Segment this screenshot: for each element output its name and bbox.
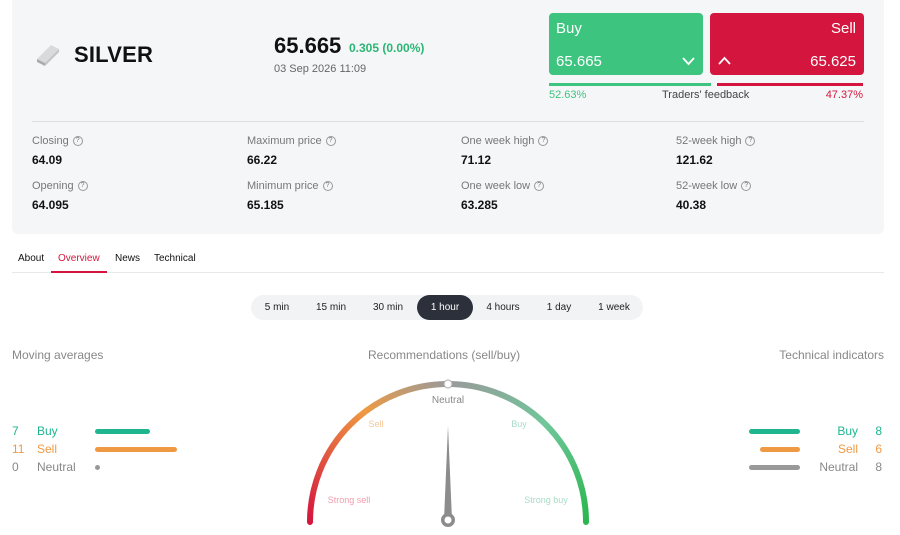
sell-button[interactable]: Sell 65.625: [710, 13, 864, 75]
ma-neutral-count: 0: [12, 460, 19, 474]
tab-overview[interactable]: Overview: [51, 253, 107, 273]
ti-row-sell: Sell 6: [740, 442, 884, 456]
gauge-neutral-marker: [443, 379, 453, 389]
recommendations-title: Recommendations (sell/buy): [368, 348, 521, 362]
chevron-down-icon: [682, 57, 695, 66]
quote-timestamp: 03 Sep 2026 11:09: [274, 63, 367, 75]
current-price: 65.665: [274, 33, 342, 58]
tab-about[interactable]: About: [18, 253, 44, 273]
stat-closing: Closing? 64.09: [32, 135, 83, 167]
ma-buy-label: Buy: [37, 424, 58, 438]
traders-feedback-label: Traders' feedback: [662, 89, 750, 101]
stat-label: Minimum price: [247, 180, 319, 192]
period-15-min[interactable]: 15 min: [303, 295, 359, 320]
ma-neutral-bar: [95, 465, 100, 470]
gauge-label-sell: Sell: [368, 419, 383, 429]
help-icon[interactable]: ?: [77, 181, 88, 191]
ti-buy-label: Buy: [837, 424, 858, 438]
ti-sell-count: 6: [875, 442, 882, 456]
period-1-hour[interactable]: 1 hour: [417, 295, 473, 320]
help-icon[interactable]: ?: [741, 181, 752, 191]
stat-label: Opening: [32, 180, 74, 192]
stat-value: 66.22: [247, 153, 278, 167]
technical-indicators-title: Technical indicators: [779, 348, 884, 362]
stat-value: 121.62: [676, 153, 713, 167]
ma-buy-count: 7: [12, 424, 19, 438]
stat-52-week-high: 52-week high? 121.62: [676, 135, 756, 167]
stat-minimum-price: Minimum price? 65.185: [247, 180, 333, 212]
tab-news[interactable]: News: [115, 253, 140, 273]
sell-button-label: Sell: [830, 20, 856, 37]
gauge-label-strong-sell: Strong sell: [328, 495, 371, 505]
help-icon[interactable]: ?: [745, 136, 756, 146]
tab-technical[interactable]: Technical: [154, 253, 196, 273]
ma-row-sell: 11 Sell: [12, 442, 212, 456]
ti-buy-count: 8: [875, 424, 882, 438]
help-icon[interactable]: ?: [322, 181, 333, 191]
gauge-needle: [441, 426, 455, 527]
period-5-min[interactable]: 5 min: [251, 295, 303, 320]
silver-bar-icon: [37, 45, 59, 66]
ma-row-neutral: 0 Neutral: [12, 460, 212, 474]
ma-sell-bar: [95, 447, 177, 452]
ti-row-buy: Buy 8: [740, 424, 884, 438]
stats-divider: [32, 121, 864, 122]
stat-value: 65.185: [247, 198, 284, 212]
feedback-sell-bar: [717, 83, 863, 86]
recommendation-gauge: Neutral Sell Buy Strong sell Strong buy: [307, 379, 589, 527]
price-change: 0.305 (0.00%): [349, 41, 425, 55]
period-1-day[interactable]: 1 day: [533, 295, 585, 320]
stat-one-week-high: One week high? 71.12: [461, 135, 549, 167]
ti-neutral-count: 8: [875, 460, 882, 474]
ti-sell-bar: [760, 447, 800, 452]
stat-label: Closing: [32, 135, 69, 147]
stat-label: One week low: [461, 180, 531, 192]
ti-row-neutral: Neutral 8: [740, 460, 884, 474]
ti-buy-bar: [749, 429, 800, 434]
help-icon[interactable]: ?: [72, 136, 83, 146]
ma-neutral-label: Neutral: [37, 460, 76, 474]
help-icon[interactable]: ?: [534, 181, 545, 191]
period-1-week[interactable]: 1 week: [585, 295, 643, 320]
gauge-label-neutral: Neutral: [432, 395, 464, 406]
stat-one-week-low: One week low? 63.285: [461, 180, 545, 212]
stat-value: 63.285: [461, 198, 498, 212]
stat-52-week-low: 52-week low? 40.38: [676, 180, 752, 212]
stat-label: Maximum price: [247, 135, 322, 147]
moving-averages-title: Moving averages: [12, 348, 104, 362]
gauge-label-strong-buy: Strong buy: [524, 495, 568, 505]
ma-buy-bar: [95, 429, 150, 434]
tab-bar: About Overview News Technical: [12, 253, 884, 273]
period-30-min[interactable]: 30 min: [359, 295, 417, 320]
sell-price: 65.625: [810, 53, 856, 70]
stat-opening: Opening? 64.095: [32, 180, 88, 212]
ma-sell-label: Sell: [37, 442, 58, 456]
buy-button-label: Buy: [556, 20, 582, 37]
period-4-hours[interactable]: 4 hours: [473, 295, 533, 320]
buy-button[interactable]: Buy 65.665: [549, 13, 703, 75]
ma-row-buy: 7 Buy: [12, 424, 212, 438]
stat-value: 71.12: [461, 153, 492, 167]
asset-name: SILVER: [74, 42, 154, 67]
stat-value: 64.09: [32, 153, 63, 167]
help-icon[interactable]: ?: [325, 136, 336, 146]
gauge-label-buy: Buy: [511, 419, 527, 429]
stat-value: 64.095: [32, 198, 69, 212]
stat-label: 52-week low: [676, 180, 738, 192]
buy-price: 65.665: [556, 53, 602, 70]
stat-label: 52-week high: [676, 135, 742, 147]
ti-neutral-label: Neutral: [819, 460, 858, 474]
stat-value: 40.38: [676, 198, 707, 212]
stat-maximum-price: Maximum price? 66.22: [247, 135, 336, 167]
feedback-buy-percent: 52.63%: [549, 89, 587, 101]
ti-sell-label: Sell: [837, 442, 858, 456]
chevron-up-icon: [718, 56, 731, 65]
feedback-buy-bar: [549, 83, 711, 86]
period-selector: 5 min 15 min 30 min 1 hour 4 hours 1 day…: [251, 295, 643, 320]
stat-label: One week high: [461, 135, 535, 147]
feedback-sell-percent: 47.37%: [825, 89, 863, 101]
ma-sell-count: 11: [12, 442, 25, 456]
help-icon[interactable]: ?: [538, 136, 549, 146]
ti-neutral-bar: [749, 465, 800, 470]
